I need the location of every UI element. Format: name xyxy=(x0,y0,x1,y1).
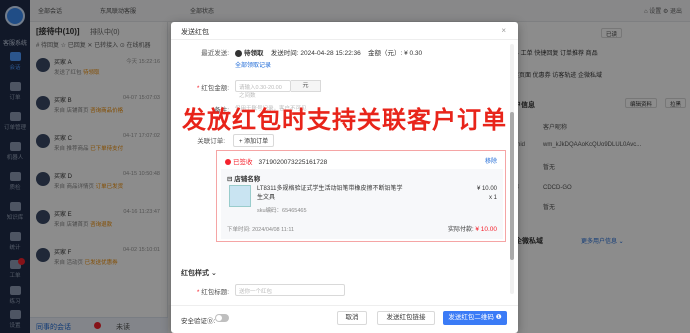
order-status: 已签收 xyxy=(225,159,253,166)
recent-send-info: 待领取 发送时间: 2024-04-28 15:22:36 金额（元）: ¥ 0… xyxy=(235,47,422,57)
recent-label: 最近发送: xyxy=(201,50,229,57)
scrollbar-thumb[interactable] xyxy=(510,112,514,260)
close-icon[interactable]: × xyxy=(501,26,506,35)
send-qr-button[interactable]: 发送红包二维码 ❶ xyxy=(443,311,507,325)
send-link-button[interactable]: 发送红包链接 xyxy=(377,311,435,325)
product-sku: sku编码：65465465 xyxy=(257,208,307,214)
order-header: 已签收 3719020073225161728 xyxy=(225,156,327,166)
amount-label: * 红包金额: xyxy=(196,85,229,92)
red-packet-style-section[interactable]: 红包样式 ⌄ xyxy=(181,268,217,278)
product-image xyxy=(229,185,251,207)
remove-order-link[interactable]: 移除 xyxy=(485,156,497,165)
dialog-footer: 安全验证⓪: 取消 发送红包链接 发送红包二维码 ❶ xyxy=(171,305,518,333)
all-claim-records-link[interactable]: 全部领取记录 xyxy=(235,60,271,69)
order-number: 3719020073225161728 xyxy=(258,159,328,166)
dialog-header: 发送红包 × xyxy=(171,22,518,40)
red-packet-title-input[interactable]: 送你一个红包 xyxy=(235,284,345,296)
product-name: LT8311多规格验证式学生活动铅笔带橡皮擦不断铅笔学生文具 xyxy=(257,186,403,201)
order-time: 下单时间: 2024/04/08 11:11 xyxy=(227,227,295,233)
send-red-packet-dialog: 发送红包 × 最近发送: 待领取 发送时间: 2024-04-28 15:22:… xyxy=(171,22,518,333)
store-name: ⊟ 店铺名称 xyxy=(227,176,261,183)
linked-order-card: 已签收 3719020073225161728 移除 ⊟ 店铺名称 LT8311多… xyxy=(216,150,506,242)
promo-caption: 发放红包时支持关联客户订单 xyxy=(182,107,507,134)
amount-unit: 元 xyxy=(291,80,321,92)
status-dot-icon xyxy=(235,49,242,57)
safe-verify-label: 安全验证⓪: xyxy=(181,318,216,325)
title-label: * 红包标题: xyxy=(196,289,229,296)
dialog-scrollbar[interactable] xyxy=(510,44,514,294)
amount-input[interactable]: 请输入0.30-20.00之间数 xyxy=(235,80,291,99)
safe-verify-toggle[interactable] xyxy=(215,314,229,322)
order-paid: 实际付款: ¥ 10.00 xyxy=(447,226,497,233)
order-detail: ⊟ 店铺名称 LT8311多规格验证式学生活动铅笔带橡皮擦不断铅笔学生文具 ¥ … xyxy=(221,169,503,239)
cancel-button[interactable]: 取消 xyxy=(337,311,367,325)
dialog-title: 发送红包 xyxy=(181,29,209,36)
add-order-button[interactable]: + 添加订单 xyxy=(233,134,275,147)
order-label: 关联订单: xyxy=(197,138,225,145)
product-price: ¥ 10.00 x 1 xyxy=(476,186,497,201)
